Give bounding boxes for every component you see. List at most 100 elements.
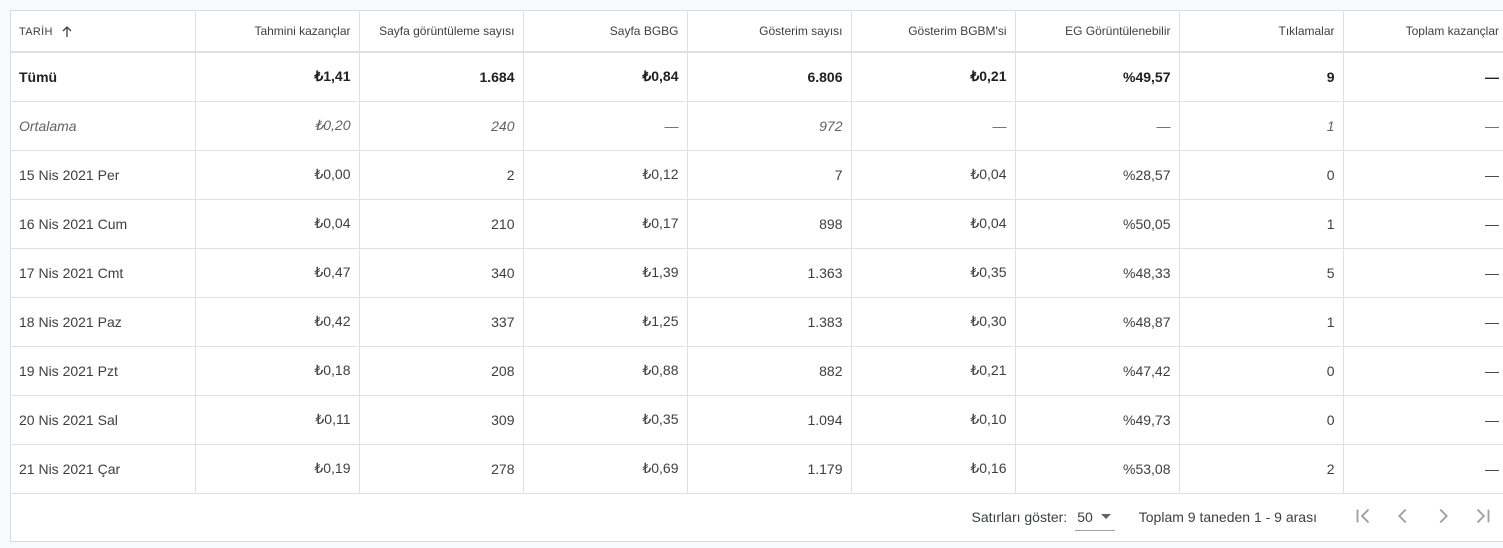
table-cell: %49,73 bbox=[1015, 395, 1180, 445]
table-cell: 15 Nis 2021 Per bbox=[11, 150, 196, 200]
chevron-left-icon bbox=[1392, 505, 1414, 530]
table-cell: — bbox=[1343, 297, 1503, 347]
table-cell: ₺0,42 bbox=[195, 297, 360, 347]
column-header-active-view-viewable[interactable]: EG Görüntülenebilir bbox=[1015, 11, 1180, 53]
table-cell: 972 bbox=[687, 101, 852, 151]
column-header-label: TARİH bbox=[19, 26, 53, 38]
report-table: TARİH Tahmini kazançlar Sayfa görüntülem… bbox=[11, 11, 1503, 494]
table-cell: — bbox=[1343, 101, 1503, 151]
table-cell: ₺0,30 bbox=[851, 297, 1016, 347]
table-cell: 20 Nis 2021 Sal bbox=[11, 395, 196, 445]
table-cell: 1 bbox=[1179, 297, 1344, 347]
table-cell: %49,57 bbox=[1015, 52, 1180, 102]
table-cell: ₺0,10 bbox=[851, 395, 1016, 445]
rows-per-page-select[interactable]: 50 bbox=[1075, 504, 1115, 531]
table-cell: 1.383 bbox=[687, 297, 852, 347]
first-page-icon bbox=[1352, 505, 1374, 530]
report-card: TARİH Tahmini kazançlar Sayfa görüntülem… bbox=[10, 10, 1503, 542]
previous-page-button[interactable] bbox=[1383, 497, 1423, 537]
column-header-total-earnings[interactable]: Toplam kazançlar bbox=[1343, 11, 1503, 53]
table-cell: 208 bbox=[359, 346, 524, 396]
chevron-right-icon bbox=[1432, 505, 1454, 530]
table-cell: ₺0,16 bbox=[851, 444, 1016, 494]
rows-per-page-label: Satırları göster: bbox=[971, 509, 1068, 525]
table-cell: %53,08 bbox=[1015, 444, 1180, 494]
table-cell: ₺0,84 bbox=[523, 52, 688, 102]
pagination-range: Toplam 9 taneden 1 - 9 arası bbox=[1138, 509, 1317, 525]
table-cell: ₺0,18 bbox=[195, 346, 360, 396]
table-cell: 18 Nis 2021 Paz bbox=[11, 297, 196, 347]
table-cell: Ortalama bbox=[11, 101, 196, 151]
table-cell: 898 bbox=[687, 199, 852, 249]
table-cell: %48,87 bbox=[1015, 297, 1180, 347]
column-header-estimated-earnings[interactable]: Tahmini kazançlar bbox=[195, 11, 360, 53]
column-header-impressions[interactable]: Gösterim sayısı bbox=[687, 11, 852, 53]
table-cell: 1.179 bbox=[687, 444, 852, 494]
table-cell: 278 bbox=[359, 444, 524, 494]
table-cell: %48,33 bbox=[1015, 248, 1180, 298]
table-cell: ₺0,21 bbox=[851, 346, 1016, 396]
table-cell: %50,05 bbox=[1015, 199, 1180, 249]
table-cell: 1.363 bbox=[687, 248, 852, 298]
table-cell: — bbox=[851, 101, 1016, 151]
table-cell: Tümü bbox=[11, 52, 196, 102]
rows-per-page-value: 50 bbox=[1077, 508, 1093, 525]
table-cell: 16 Nis 2021 Cum bbox=[11, 199, 196, 249]
table-cell: ₺0,04 bbox=[195, 199, 360, 249]
table-row: 21 Nis 2021 Çar ₺0,19 278 ₺0,69 1.179 ₺0… bbox=[11, 444, 1503, 494]
table-cell: 7 bbox=[687, 150, 852, 200]
table-cell: ₺0,35 bbox=[851, 248, 1016, 298]
table-cell: 337 bbox=[359, 297, 524, 347]
table-row: 16 Nis 2021 Cum ₺0,04 210 ₺0,17 898 ₺0,0… bbox=[11, 199, 1503, 249]
table-cell: 240 bbox=[359, 101, 524, 151]
average-row: Ortalama ₺0,20 240 — 972 — — 1 — bbox=[11, 101, 1503, 151]
table-cell: 17 Nis 2021 Cmt bbox=[11, 248, 196, 298]
table-cell: ₺0,00 bbox=[195, 150, 360, 200]
table-cell: %28,57 bbox=[1015, 150, 1180, 200]
table-cell: ₺0,69 bbox=[523, 444, 688, 494]
table-cell: 0 bbox=[1179, 346, 1344, 396]
table-cell: 2 bbox=[1179, 444, 1344, 494]
table-cell: ₺1,39 bbox=[523, 248, 688, 298]
table-cell: ₺1,25 bbox=[523, 297, 688, 347]
table-footer: Satırları göster: 50 Toplam 9 taneden 1 … bbox=[11, 493, 1503, 541]
header-row: TARİH Tahmini kazançlar Sayfa görüntülem… bbox=[11, 11, 1503, 53]
table-cell: — bbox=[1343, 395, 1503, 445]
table-cell: 1 bbox=[1179, 101, 1344, 151]
table-cell: 5 bbox=[1179, 248, 1344, 298]
table-row: 15 Nis 2021 Per ₺0,00 2 ₺0,12 7 ₺0,04 %2… bbox=[11, 150, 1503, 200]
table-cell: — bbox=[1343, 52, 1503, 102]
table-cell: 0 bbox=[1179, 150, 1344, 200]
table-cell: ₺0,04 bbox=[851, 150, 1016, 200]
caret-down-icon bbox=[1100, 514, 1111, 519]
table-cell: — bbox=[1343, 346, 1503, 396]
table-cell: 21 Nis 2021 Çar bbox=[11, 444, 196, 494]
table-cell: ₺0,21 bbox=[851, 52, 1016, 102]
table-cell: ₺0,19 bbox=[195, 444, 360, 494]
table-cell: 9 bbox=[1179, 52, 1344, 102]
table-cell: ₺0,04 bbox=[851, 199, 1016, 249]
last-page-button[interactable] bbox=[1463, 497, 1503, 537]
table-cell: 1 bbox=[1179, 199, 1344, 249]
table-cell: — bbox=[1343, 199, 1503, 249]
last-page-icon bbox=[1472, 505, 1494, 530]
table-cell: 210 bbox=[359, 199, 524, 249]
table-cell: 1.094 bbox=[687, 395, 852, 445]
table-cell: 309 bbox=[359, 395, 524, 445]
next-page-button[interactable] bbox=[1423, 497, 1463, 537]
table-row: 19 Nis 2021 Pzt ₺0,18 208 ₺0,88 882 ₺0,2… bbox=[11, 346, 1503, 396]
first-page-button[interactable] bbox=[1343, 497, 1383, 537]
table-cell: — bbox=[523, 101, 688, 151]
table-row: 20 Nis 2021 Sal ₺0,11 309 ₺0,35 1.094 ₺0… bbox=[11, 395, 1503, 445]
table-cell: — bbox=[1015, 101, 1180, 151]
arrow-up-icon bbox=[61, 26, 73, 38]
table-cell: 1.684 bbox=[359, 52, 524, 102]
table-cell: ₺0,17 bbox=[523, 199, 688, 249]
column-header-page-views[interactable]: Sayfa görüntüleme sayısı bbox=[359, 11, 524, 53]
table-cell: — bbox=[1343, 150, 1503, 200]
table-cell: ₺0,11 bbox=[195, 395, 360, 445]
column-header-date[interactable]: TARİH bbox=[11, 11, 196, 53]
column-header-impression-rpm[interactable]: Gösterim BGBM'si bbox=[851, 11, 1016, 53]
column-header-clicks[interactable]: Tıklamalar bbox=[1179, 11, 1344, 53]
column-header-page-rpm[interactable]: Sayfa BGBG bbox=[523, 11, 688, 53]
